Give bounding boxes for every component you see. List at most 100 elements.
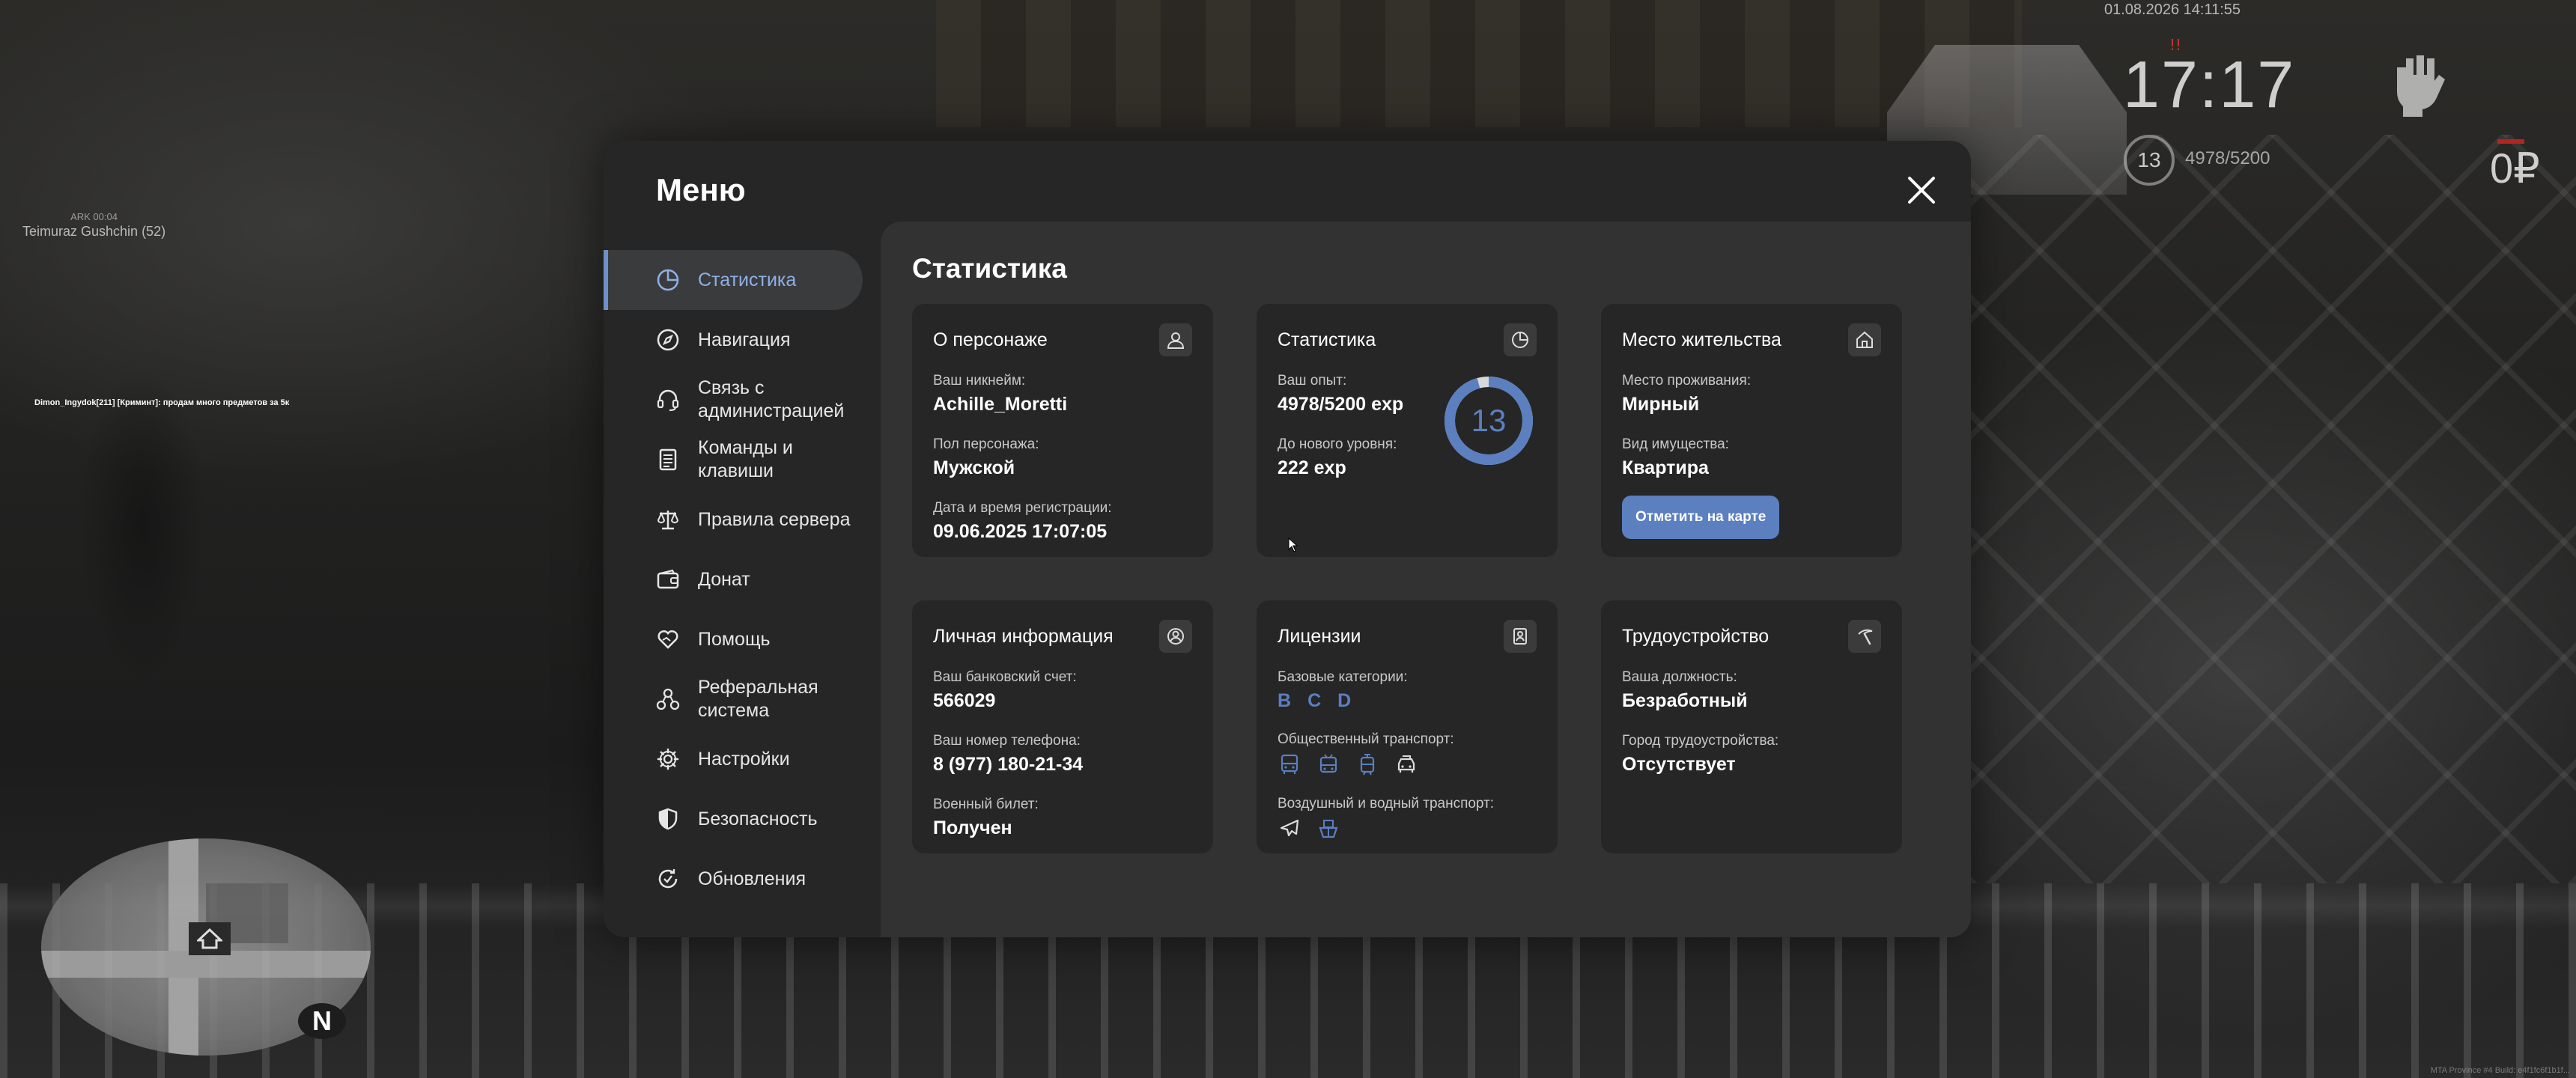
- id-card-icon: [1504, 620, 1537, 653]
- sidebar-item-referral[interactable]: Реферальная система: [604, 669, 881, 729]
- bank-value: 566029: [933, 690, 996, 711]
- sidebar-item-help[interactable]: Помощь: [604, 609, 881, 669]
- position-value: Безработный: [1622, 690, 1748, 711]
- background-character: [30, 262, 255, 786]
- sidebar-item-label: Реферальная система: [698, 677, 818, 721]
- sidebar-item-rules[interactable]: Правила сервера: [604, 490, 881, 549]
- background-truss: [1969, 135, 2576, 883]
- registration-value: 09.06.2025 17:07:05: [933, 521, 1108, 542]
- sidebar-item-commands[interactable]: Команды и клавиши: [604, 430, 881, 490]
- sidebar-item-label: Помощь: [698, 628, 771, 650]
- level-number: 13: [1471, 403, 1507, 438]
- pie-chart-icon: [656, 268, 680, 292]
- sidebar-item-statistics[interactable]: Статистика: [604, 250, 863, 310]
- sidebar-item-label: Правила сервера: [698, 508, 851, 530]
- tram-icon: [1355, 752, 1379, 776]
- pickaxe-icon: [1848, 620, 1881, 653]
- refresh-check-icon: [656, 867, 680, 891]
- modal-title: Меню: [656, 172, 746, 207]
- home-icon: [189, 922, 231, 955]
- property-label: Вид имущества:: [1622, 436, 1729, 452]
- shield-icon: [656, 807, 680, 831]
- sidebar-item-label: Настройки: [698, 748, 790, 770]
- sidebar-item-updates[interactable]: Обновления: [604, 849, 881, 909]
- license-category: D: [1337, 690, 1352, 711]
- card-title: Личная информация: [933, 625, 1114, 647]
- card-title: Трудоустройство: [1622, 625, 1770, 647]
- mark-on-map-button[interactable]: Отметить на карте: [1622, 496, 1780, 539]
- sidebar-item-donate[interactable]: Донат: [604, 549, 881, 609]
- card-title: О персонаже: [933, 329, 1048, 350]
- position-label: Ваша должность:: [1622, 669, 1737, 685]
- hud-clock: 17:17: [2123, 47, 2296, 121]
- hud-money: 0₽: [2490, 144, 2540, 192]
- scales-icon: [656, 508, 680, 532]
- nickname-value: Achille_Moretti: [933, 394, 1068, 415]
- statistics-panel: Статистика О персонаже Ваш никнейм: Achi…: [881, 222, 1971, 937]
- mouse-cursor-icon: [1288, 538, 1298, 552]
- sidebar-item-label: Безопасность: [698, 808, 818, 829]
- personal-info-card: Личная информация Ваш банковский счет: 5…: [912, 600, 1213, 853]
- card-title: Лицензии: [1278, 625, 1361, 647]
- level-progress-ring: 13: [1444, 376, 1534, 466]
- base-categories-label: Базовые категории:: [1278, 669, 1408, 685]
- card-title: Место жительства: [1622, 329, 1781, 350]
- sidebar-item-label: Обновления: [698, 868, 806, 889]
- close-icon[interactable]: [1904, 172, 1939, 208]
- hud-exp: 4978/5200: [2185, 148, 2270, 168]
- nickname-label: Ваш никнейм:: [933, 373, 1026, 389]
- registration-label: Дата и время регистрации:: [933, 500, 1112, 516]
- house-icon: [1848, 323, 1881, 356]
- compass-icon: [656, 328, 680, 352]
- boat-icon: [1316, 817, 1340, 841]
- sidebar-item-admin-contact[interactable]: Связь с администрацией: [604, 370, 881, 430]
- phone-value: 8 (977) 180-21-34: [933, 754, 1084, 775]
- character-card: О персонаже Ваш никнейм: Achille_Moretti…: [912, 304, 1213, 557]
- sidebar-item-label: Донат: [698, 568, 750, 590]
- sidebar-item-navigation[interactable]: Навигация: [604, 310, 881, 370]
- public-transport-label: Общественный транспорт:: [1278, 731, 1454, 747]
- residence-card: Место жительства Место проживания: Мирны…: [1601, 304, 1902, 557]
- employment-card: Трудоустройство Ваша должность: Безработ…: [1601, 600, 1902, 853]
- wallet-icon: [656, 567, 680, 591]
- job-city-label: Город трудоустройства:: [1622, 733, 1779, 749]
- pie-chart-icon: [1504, 323, 1537, 356]
- build-info: MTA Province #4 Build: e4f1fc6f1b1f...: [2430, 1066, 2570, 1075]
- air-water-icons: [1278, 817, 1537, 841]
- property-value: Квартира: [1622, 457, 1709, 478]
- military-label: Военный билет:: [933, 797, 1039, 812]
- content-title: Статистика: [912, 253, 1067, 284]
- licenses-card: Лицензии Базовые категории: B C D Общест…: [1257, 600, 1558, 853]
- trolleybus-icon: [1316, 752, 1340, 776]
- gear-icon: [656, 747, 680, 771]
- stats-card: Статистика Ваш опыт: 4978/5200 exp До но…: [1257, 304, 1558, 557]
- heart-hand-icon: [656, 627, 680, 651]
- airplane-icon: [1278, 817, 1301, 841]
- sidebar-item-settings[interactable]: Настройки: [604, 729, 881, 789]
- place-value: Мирный: [1622, 394, 1700, 415]
- sidebar-item-label: Статистика: [698, 269, 797, 290]
- sidebar-item-label: Связь с администрацией: [698, 377, 845, 421]
- hud-level-ring: 13: [2124, 135, 2175, 186]
- base-categories: B C D: [1278, 690, 1537, 712]
- place-label: Место проживания:: [1622, 373, 1752, 389]
- phone-label: Ваш номер телефона:: [933, 733, 1081, 749]
- license-category: B: [1278, 690, 1292, 711]
- chat-message: Dimon_Ingydok[211] [Криминт]: продам мно…: [34, 398, 290, 407]
- sidebar-item-label: Команды и клавиши: [698, 437, 793, 481]
- air-water-label: Воздушный и водный транспорт:: [1278, 796, 1495, 811]
- menu-sidebar: Статистика Навигация Связь с администрац…: [604, 250, 881, 909]
- headset-icon: [656, 388, 680, 412]
- job-city-value: Отсутствует: [1622, 754, 1736, 775]
- bank-label: Ваш банковский счет:: [933, 669, 1077, 685]
- document-icon: [656, 448, 680, 472]
- player-tag-small: ARK 00:04: [70, 211, 118, 222]
- player-tag-name: Teimuraz Gushchin (52): [22, 224, 166, 239]
- public-transport-icons: [1278, 752, 1537, 776]
- fist-icon: [2397, 55, 2445, 117]
- gender-label: Пол персонажа:: [933, 436, 1039, 452]
- minimap-north: N: [298, 1003, 346, 1039]
- card-title: Статистика: [1278, 329, 1376, 350]
- sidebar-item-security[interactable]: Безопасность: [604, 789, 881, 849]
- sidebar-item-label: Навигация: [698, 329, 791, 350]
